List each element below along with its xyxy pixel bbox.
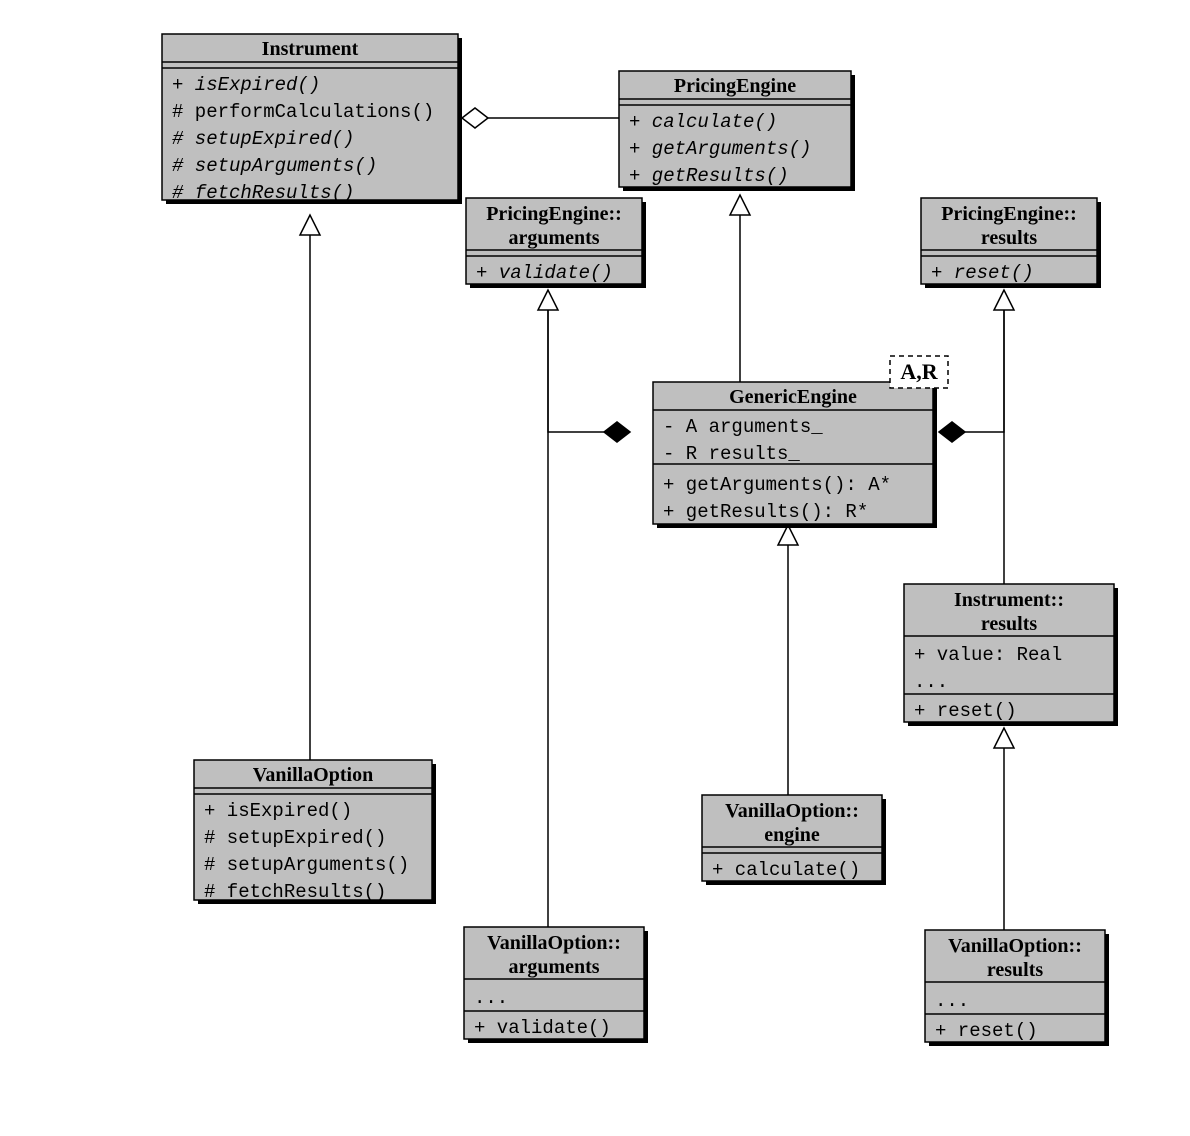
svg-text:VanillaOption::: VanillaOption::	[725, 800, 859, 822]
svg-text:# setupArguments(): # setupArguments()	[204, 854, 409, 876]
svg-text:results: results	[987, 959, 1044, 981]
svg-text:+ reset(): + reset()	[931, 262, 1034, 284]
svg-text:PricingEngine::: PricingEngine::	[941, 203, 1077, 225]
template-params: A,R	[900, 359, 938, 384]
uml-class-diagram: Instrument + isExpired() # performCalcul…	[0, 0, 1190, 1136]
svg-text:PricingEngine::: PricingEngine::	[486, 203, 622, 225]
class-pe-results: PricingEngine:: results + reset()	[921, 198, 1101, 288]
class-pricing-engine: PricingEngine + calculate() + getArgumen…	[619, 71, 855, 191]
svg-text:+ getResults(): + getResults()	[629, 165, 789, 187]
svg-text:results: results	[981, 613, 1038, 635]
svg-text:results: results	[981, 227, 1038, 249]
class-pe-arguments: PricingEngine:: arguments + validate()	[466, 198, 646, 288]
svg-text:# setupArguments(): # setupArguments()	[172, 155, 377, 177]
svg-text:Instrument::: Instrument::	[954, 589, 1064, 611]
svg-text:+ reset(): + reset()	[935, 1020, 1038, 1042]
svg-text:- A arguments_: - A arguments_	[663, 416, 823, 438]
svg-text:VanillaOption: VanillaOption	[253, 764, 373, 786]
class-vo-engine: VanillaOption:: engine + calculate()	[702, 795, 886, 885]
svg-text:+ getResults(): R*: + getResults(): R*	[663, 501, 868, 523]
svg-text:...: ...	[935, 990, 969, 1012]
svg-text:- R results_: - R results_	[663, 443, 800, 465]
class-generic-engine: GenericEngine - A arguments_ - R results…	[653, 356, 948, 528]
svg-text:# performCalculations(): # performCalculations()	[172, 101, 434, 123]
svg-text:...: ...	[914, 671, 948, 693]
class-vo-results: VanillaOption:: results ... + reset()	[925, 930, 1109, 1046]
svg-text:GenericEngine: GenericEngine	[729, 386, 857, 408]
class-instrument-results: Instrument:: results + value: Real ... +…	[904, 584, 1118, 726]
svg-text:+ calculate(): + calculate()	[629, 111, 777, 133]
class-vo-arguments: VanillaOption:: arguments ... + validate…	[464, 927, 648, 1043]
svg-text:+ validate(): + validate()	[476, 262, 613, 284]
svg-text:+ validate(): + validate()	[474, 1017, 611, 1039]
svg-text:PricingEngine: PricingEngine	[674, 75, 796, 97]
svg-text:+ calculate(): + calculate()	[712, 859, 860, 881]
svg-text:# setupExpired(): # setupExpired()	[204, 827, 386, 849]
svg-text:+ getArguments(): A*: + getArguments(): A*	[663, 474, 891, 496]
svg-text:engine: engine	[764, 824, 820, 846]
svg-text:+ value: Real: + value: Real	[914, 644, 1062, 666]
svg-text:+ reset(): + reset()	[914, 700, 1017, 722]
class-instrument: Instrument + isExpired() # performCalcul…	[162, 34, 462, 204]
svg-text:arguments: arguments	[508, 227, 599, 249]
class-vanilla-option: VanillaOption + isExpired() # setupExpir…	[194, 760, 436, 904]
svg-text:# fetchResults(): # fetchResults()	[172, 182, 354, 204]
svg-text:VanillaOption::: VanillaOption::	[487, 932, 621, 954]
svg-text:# fetchResults(): # fetchResults()	[204, 881, 386, 903]
svg-text:...: ...	[474, 987, 508, 1009]
svg-text:# setupExpired(): # setupExpired()	[172, 128, 354, 150]
svg-text:+ getArguments(): + getArguments()	[629, 138, 811, 160]
class-name: Instrument	[262, 38, 359, 60]
svg-text:+ isExpired(): + isExpired()	[172, 74, 320, 96]
svg-text:VanillaOption::: VanillaOption::	[948, 935, 1082, 957]
svg-text:arguments: arguments	[508, 956, 599, 978]
svg-text:+ isExpired(): + isExpired()	[204, 800, 352, 822]
